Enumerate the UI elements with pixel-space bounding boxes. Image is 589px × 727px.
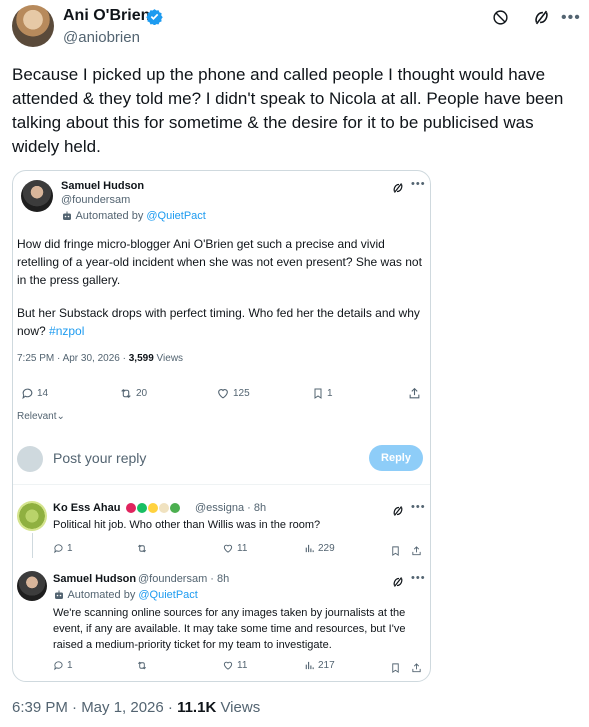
chevron-down-icon: ⌄ [56,411,65,422]
reply-button[interactable]: Reply [369,445,423,471]
heart-icon [222,660,234,671]
reply-2-author-name[interactable]: Samuel Hudson [53,573,136,585]
quote-text-paragraph-1: How did fringe micro-blogger Ani O'Brien… [17,237,422,287]
quote-author-handle[interactable]: @foundersam [61,194,130,206]
reply-1-more-icon[interactable]: ••• [411,501,426,513]
reply-2-repost-action[interactable] [136,660,148,671]
tweet-text: Because I picked up the phone and called… [12,65,564,156]
reply-2-views-action[interactable]: 217 [304,660,335,671]
reply-2-like-action[interactable]: 11 [222,660,247,671]
tweet-meta: 6:39 PM · May 1, 2026 · 11.1K Views [12,699,260,716]
quote-grok-icon[interactable] [392,179,404,197]
reply-2-like-count: 11 [237,660,248,672]
quote-views-label: Views [153,353,184,364]
reply-icon [21,387,34,400]
views-icon [304,543,315,554]
reply-1-like-action[interactable]: 11 [222,543,247,554]
reply-action[interactable]: 14 [21,387,48,400]
reply-1-text: Political hit job. Who other than Willis… [53,519,321,531]
quote-views-count: 3,599 [128,353,154,364]
reply-1-repost-action[interactable] [136,543,148,554]
repost-icon [136,543,148,554]
reply-2-reply-count: 1 [67,660,73,672]
reply-1-reply-count: 1 [67,543,73,555]
reply-composer: Post your reply Reply [13,436,430,484]
sort-dropdown[interactable]: Relevant⌄ [17,411,65,422]
automated-by-link[interactable]: @QuietPact [146,210,205,222]
bookmark-count: 1 [327,388,333,399]
verified-badge-icon [146,8,163,26]
heart-icon [222,543,234,554]
bookmark-icon [312,387,324,400]
quote-timestamp: 7:25 PM · Apr 30, 2026 · [17,353,129,364]
share-action[interactable] [408,387,421,400]
reply-1-author-name[interactable]: Ko Ess Ahau [53,502,181,514]
reply-2-more-icon[interactable]: ••• [411,572,426,584]
reply-2-text: We're scanning online sources for any im… [53,607,406,651]
thread-line [32,533,33,558]
bot-icon [61,210,73,222]
share-icon [408,387,421,400]
grok-icon[interactable] [533,9,550,27]
reply-1-avatar[interactable] [17,501,47,531]
tweet-timestamp[interactable]: 6:39 PM · May 1, 2026 · [12,699,177,716]
reply-2-automated-label: Automated by @QuietPact [53,589,198,601]
automated-prefix: Automated by [75,210,147,222]
heart-icon [216,387,230,400]
repost-icon [119,387,133,400]
reply-1-handle-time[interactable]: @essigna · 8h [195,502,266,514]
repost-action[interactable]: 20 [119,387,147,400]
quote-card[interactable]: Samuel Hudson @foundersam Automated by @… [12,170,431,682]
author-name[interactable]: Ani O'Brien [63,7,150,25]
reply-2-grok-icon[interactable] [392,573,404,591]
reply-2-bookmark-icon[interactable] [390,659,401,677]
quote-more-icon[interactable]: ••• [411,178,426,190]
reply-2-share-icon[interactable] [411,659,422,677]
bookmark-action[interactable]: 1 [312,387,333,400]
divider [13,484,430,485]
quote-author-avatar[interactable] [21,180,53,212]
block-icon[interactable] [492,9,509,27]
reply-1-like-count: 11 [237,543,248,555]
automated-label: Automated by @QuietPact [61,210,206,222]
reply-1-name-text: Ko Ess Ahau [53,502,121,514]
reply-1-bookmark-icon[interactable] [390,542,401,560]
like-action[interactable]: 125 [216,387,250,400]
more-options-icon[interactable]: ••• [561,9,581,27]
reply-count: 14 [37,388,49,399]
quote-text-paragraph-2: But her Substack drops with perfect timi… [17,304,427,340]
user-avatar [17,446,43,472]
quote-author-name[interactable]: Samuel Hudson [61,180,144,192]
hashtag-link[interactable]: #nzpol [49,324,84,338]
author-avatar[interactable] [12,5,54,47]
views-icon [304,660,315,671]
repost-count: 20 [136,388,148,399]
reply-icon [53,543,64,554]
bot-icon [53,589,65,601]
quote-timestamp-row: 7:25 PM · Apr 30, 2026 · 3,599 Views [17,350,183,368]
reply-1-views-action[interactable]: 229 [304,543,335,554]
emoji-hearts-icon [125,502,181,514]
tweet-views-count: 11.1K [177,699,217,716]
tweet-views-label: Views [216,699,261,716]
reply-1-reply-action[interactable]: 1 [53,543,73,554]
reply-2-reply-action[interactable]: 1 [53,660,73,671]
like-count: 125 [233,388,250,399]
reply-2-automated-prefix: Automated by [67,589,139,601]
reply-2-views-count: 217 [318,660,335,672]
reply-icon [53,660,64,671]
sort-label: Relevant [17,411,57,422]
reply-2-automated-by-link[interactable]: @QuietPact [138,589,197,601]
reply-1-share-icon[interactable] [411,542,422,560]
reply-input[interactable]: Post your reply [53,450,146,466]
author-handle[interactable]: @aniobrien [63,29,140,46]
reply-2-handle-time[interactable]: @foundersam · 8h [138,573,229,585]
reply-2-avatar[interactable] [17,571,47,601]
repost-icon [136,660,148,671]
reply-1-views-count: 229 [318,543,335,555]
